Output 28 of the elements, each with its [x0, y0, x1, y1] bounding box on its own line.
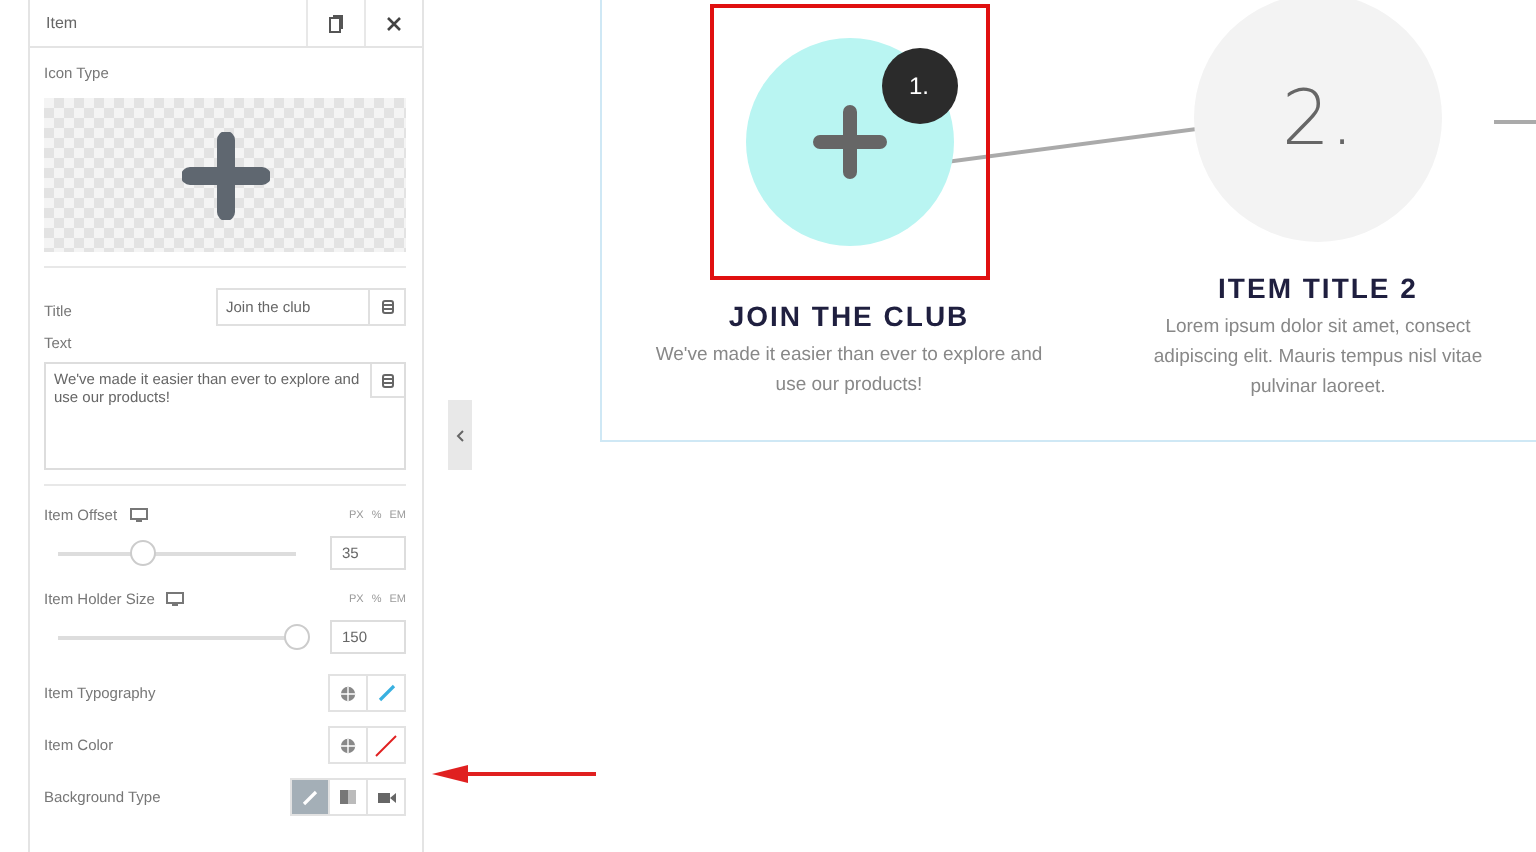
step-number: 2.	[1281, 74, 1355, 162]
slider-thumb[interactable]	[284, 623, 310, 649]
database-icon	[381, 300, 393, 314]
globe-icon	[340, 685, 356, 701]
globe-icon	[340, 737, 356, 753]
selection-frame[interactable]: 1.	[709, 4, 989, 280]
connector-line	[1494, 120, 1536, 124]
slider-thumb[interactable]	[129, 539, 156, 565]
step-title: JOIN THE CLUB	[728, 300, 970, 332]
panel-title: Item	[44, 14, 80, 32]
step-description: We've made it easier than ever to explore and use our products!	[655, 342, 1043, 400]
brush-icon	[302, 789, 318, 805]
chevron-left-icon	[456, 429, 464, 441]
close-icon	[386, 15, 402, 31]
plus-icon	[811, 104, 887, 180]
pencil-icon	[377, 684, 395, 702]
gradient-icon	[340, 790, 356, 804]
no-color-icon	[374, 733, 398, 757]
step-description: Lorem ipsum dolor sit amet, consect adipiscing elit. Mauris tempus nisl vitae pulvinar laoreet.	[1153, 314, 1483, 402]
icon-picker[interactable]	[44, 98, 406, 252]
desktop-icon	[166, 592, 185, 606]
database-icon	[382, 373, 394, 387]
desktop-icon	[129, 508, 148, 522]
step-title: ITEM TITLE 2	[1218, 272, 1418, 304]
plus-icon	[181, 131, 269, 219]
copy-icon	[327, 13, 345, 33]
collapse-handle[interactable]	[448, 400, 472, 470]
video-camera-icon	[377, 791, 395, 803]
